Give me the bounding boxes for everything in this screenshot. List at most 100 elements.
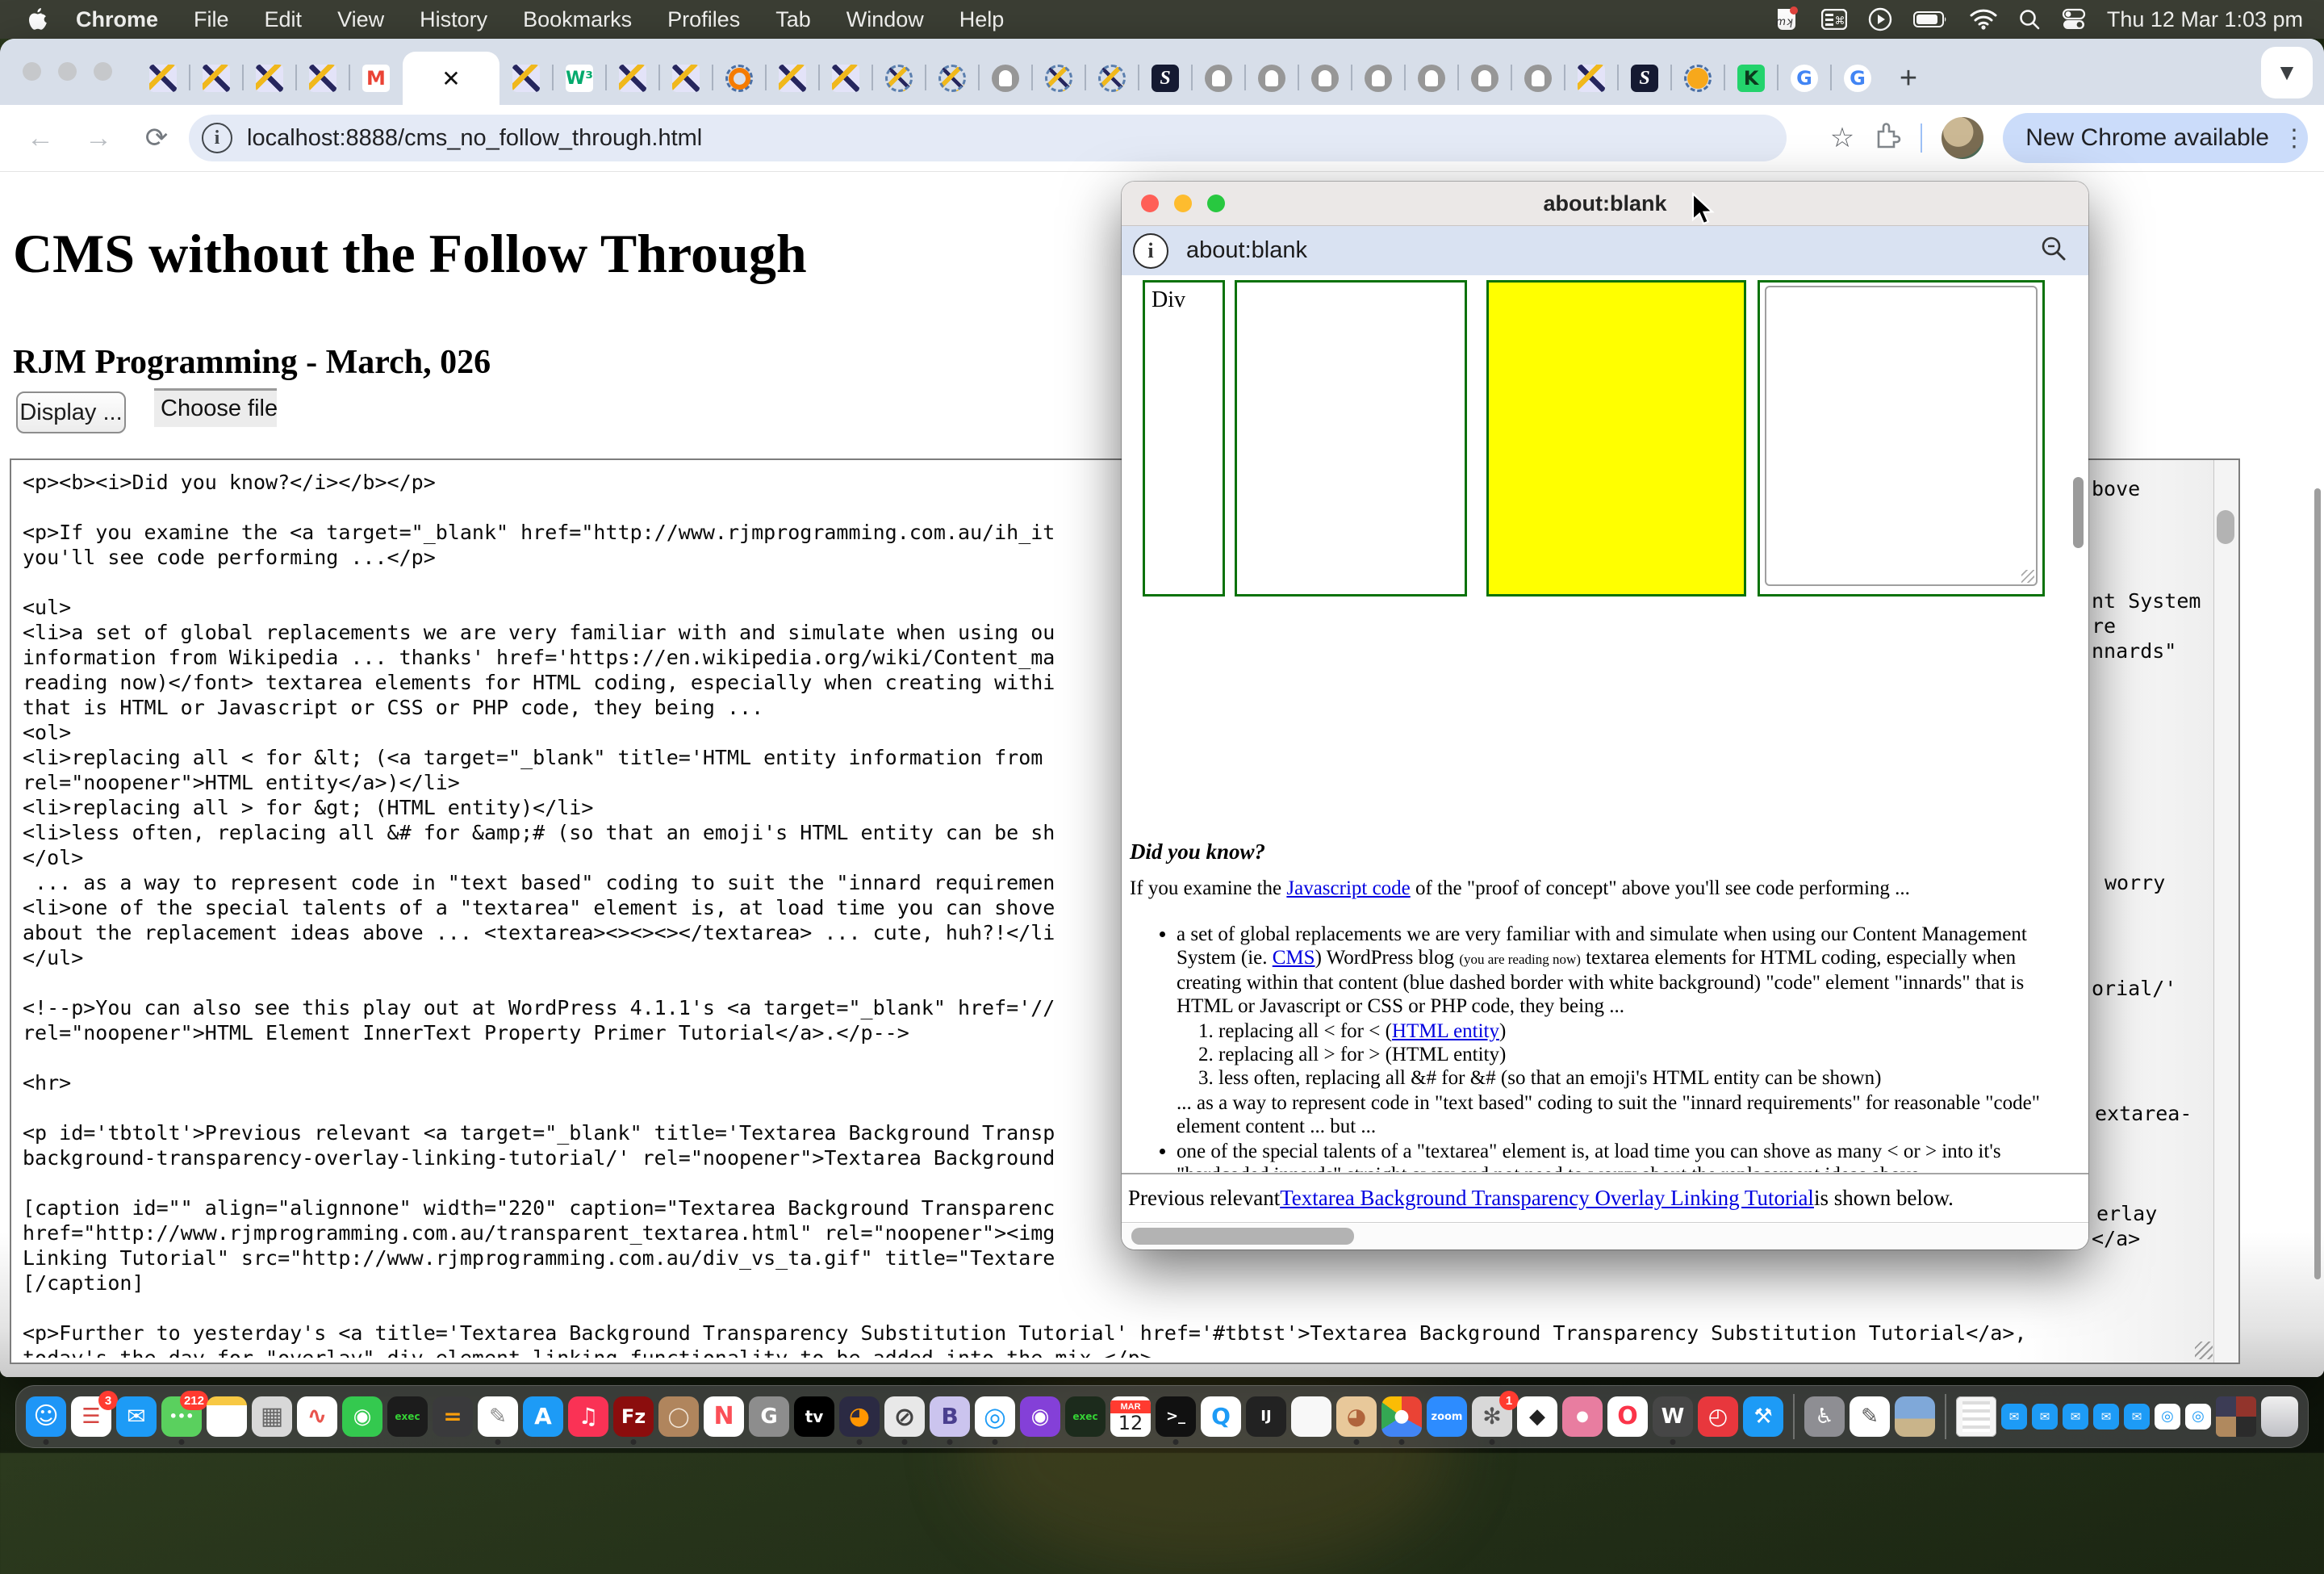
tab-tooth[interactable] (1192, 52, 1245, 105)
dock-terminal-exec-2-icon[interactable]: exec (1065, 1396, 1106, 1437)
popup-url-text[interactable]: about:blank (1186, 237, 1307, 264)
dock-launchpad-icon[interactable]: ▦ (252, 1396, 292, 1437)
dock-notes-pencil-icon[interactable]: ✎ (1850, 1396, 1890, 1437)
profile-avatar[interactable] (1942, 117, 1983, 159)
textarea-resize-grip[interactable] (2195, 1342, 2213, 1359)
dock-screen-sharing-icon[interactable]: ⊘ (884, 1396, 925, 1437)
extensions-icon[interactable] (1874, 121, 1901, 155)
dock-settings-icon[interactable]: ✻1 (1472, 1396, 1512, 1437)
javascript-code-link[interactable]: Javascript code (1286, 877, 1410, 899)
dock-minimized-collage-icon[interactable] (2216, 1396, 2256, 1437)
tab-tooth[interactable] (979, 52, 1032, 105)
dock-notes-icon[interactable] (207, 1396, 247, 1437)
menu-window[interactable]: Window (829, 7, 942, 32)
reload-button[interactable]: ⟳ (139, 122, 174, 154)
dock-mail-icon[interactable]: ✉ (116, 1396, 157, 1437)
tab-rjm[interactable] (606, 52, 659, 105)
tab-rjmd[interactable] (872, 52, 926, 105)
tab-rjm[interactable] (766, 52, 819, 105)
dock-gimp-icon[interactable]: G (749, 1396, 789, 1437)
dock-intellij-icon[interactable]: IJ (1246, 1396, 1286, 1437)
dock-calendar-icon[interactable]: MAR12 (1110, 1396, 1151, 1437)
tab-rjm[interactable] (190, 52, 243, 105)
spotlight-search-icon[interactable] (2018, 8, 2041, 31)
dock-filezilla-icon[interactable]: Fz (613, 1396, 654, 1437)
menu-chrome[interactable]: Chrome (56, 7, 176, 32)
menu-bookmarks[interactable]: Bookmarks (505, 7, 650, 32)
menu-profiles[interactable]: Profiles (650, 7, 758, 32)
textarea-scrollbar-thumb[interactable] (2217, 510, 2234, 544)
address-bar[interactable]: i localhost:8888/cms_no_follow_through.h… (189, 115, 1787, 161)
dock-art-palette-icon[interactable]: ◕ (1336, 1396, 1377, 1437)
site-info-icon[interactable]: i (202, 123, 232, 153)
dock-minimized-mail-3-icon[interactable]: ✉ (2063, 1404, 2088, 1430)
popup-horizontal-scrollbar[interactable] (1122, 1224, 2088, 1250)
close-window-button[interactable] (23, 62, 41, 81)
tab-tooth[interactable] (1511, 52, 1565, 105)
dock-minimized-safari-2-icon[interactable]: ◎ (2185, 1404, 2211, 1430)
battery-icon[interactable] (1913, 10, 1949, 29)
tab-rjm[interactable] (819, 52, 872, 105)
tab-tooth[interactable] (1458, 52, 1511, 105)
dock-messages-icon[interactable]: •••212 (161, 1396, 202, 1437)
menu-help[interactable]: Help (942, 7, 1022, 32)
forward-button[interactable]: → (81, 123, 116, 154)
dock-textedit-icon[interactable]: ✎ (478, 1396, 518, 1437)
popup-title-bar[interactable]: about:blank (1122, 182, 2088, 226)
more-menu-icon[interactable]: ⋮ (2282, 124, 2298, 153)
popup-url-bar[interactable]: i about:blank (1122, 226, 2088, 275)
new-tab-button[interactable]: + (1884, 52, 1933, 105)
dock-chrome-icon[interactable]: ● (1381, 1396, 1422, 1437)
input-menu-icon[interactable]: ⌘ (1821, 9, 1847, 30)
tab-tooth[interactable] (1298, 52, 1352, 105)
dock-trash-icon[interactable] (2261, 1396, 2298, 1437)
dock-news-icon[interactable]: N (704, 1396, 744, 1437)
dock-opera-icon[interactable]: O (1607, 1396, 1648, 1437)
tab-google[interactable]: G (1831, 52, 1884, 105)
tab-rjm[interactable] (1565, 52, 1618, 105)
tab-search-chevron-button[interactable]: ▼ (2261, 47, 2313, 98)
tab-google[interactable]: G (1778, 52, 1831, 105)
tab-gmail[interactable]: M (349, 52, 403, 105)
dock-finder-icon[interactable]: ☺ (26, 1396, 66, 1437)
tab-kogan[interactable]: K (1724, 52, 1778, 105)
control-center-icon[interactable] (2062, 8, 2086, 31)
dock-facetime-icon[interactable]: ◉ (342, 1396, 382, 1437)
dock-speedometer-icon[interactable]: ◴ (1698, 1396, 1738, 1437)
tab-s[interactable]: S (1139, 52, 1192, 105)
dock-tv-icon[interactable]: tv (794, 1396, 834, 1437)
proof-textarea[interactable] (1765, 286, 2038, 586)
html-entity-link[interactable]: HTML entity (1392, 1020, 1499, 1042)
dock-calculator-icon[interactable]: = (433, 1396, 473, 1437)
tab-rjm[interactable] (243, 52, 296, 105)
menu-file[interactable]: File (176, 7, 247, 32)
dock-blank-document-icon[interactable] (1291, 1396, 1331, 1437)
dock-podcasts-icon[interactable]: ◉ (1020, 1396, 1060, 1437)
back-button[interactable]: ← (23, 123, 58, 154)
dock-minimized-window-icon[interactable] (1956, 1396, 1996, 1437)
tab-s[interactable]: S (1618, 52, 1671, 105)
popup-horizontal-scrollbar-thumb[interactable] (1131, 1228, 1354, 1245)
dock-contacts-icon[interactable]: ◯ (658, 1396, 699, 1437)
popup-zoom-out-icon[interactable] (2040, 235, 2067, 266)
dock-grapher-icon[interactable]: ∿ (297, 1396, 337, 1437)
menu-view[interactable]: View (320, 7, 402, 32)
dock-photos-thumbnail-icon[interactable] (1895, 1396, 1935, 1437)
dock-firefox-icon[interactable]: ◕ (839, 1396, 880, 1437)
display-button[interactable]: Display ... (16, 391, 126, 433)
wifi-icon[interactable] (1970, 9, 1997, 30)
menu-edit[interactable]: Edit (247, 7, 320, 32)
dock-photo-booth-icon[interactable]: ● (1562, 1396, 1603, 1437)
dock-terminal-icon[interactable]: >_ (1156, 1396, 1196, 1437)
tab-tooth[interactable] (1405, 52, 1458, 105)
apple-logo-icon[interactable] (27, 7, 48, 31)
dock-safari-icon[interactable]: ◎ (975, 1396, 1015, 1437)
tab-w3[interactable]: W³ (553, 52, 606, 105)
zoom-window-button[interactable] (94, 62, 112, 81)
dock-terminal-exec-icon[interactable]: exec (387, 1396, 428, 1437)
dock-zoom-icon[interactable]: zoom (1427, 1396, 1467, 1437)
menu-history[interactable]: History (402, 7, 505, 32)
dock-bbedit-icon[interactable]: B (930, 1396, 970, 1437)
menu-bar-clock[interactable]: Thu 12 Mar 1:03 pm (2107, 7, 2303, 32)
dock-minimized-mail-1-icon[interactable]: ✉ (2001, 1404, 2027, 1430)
